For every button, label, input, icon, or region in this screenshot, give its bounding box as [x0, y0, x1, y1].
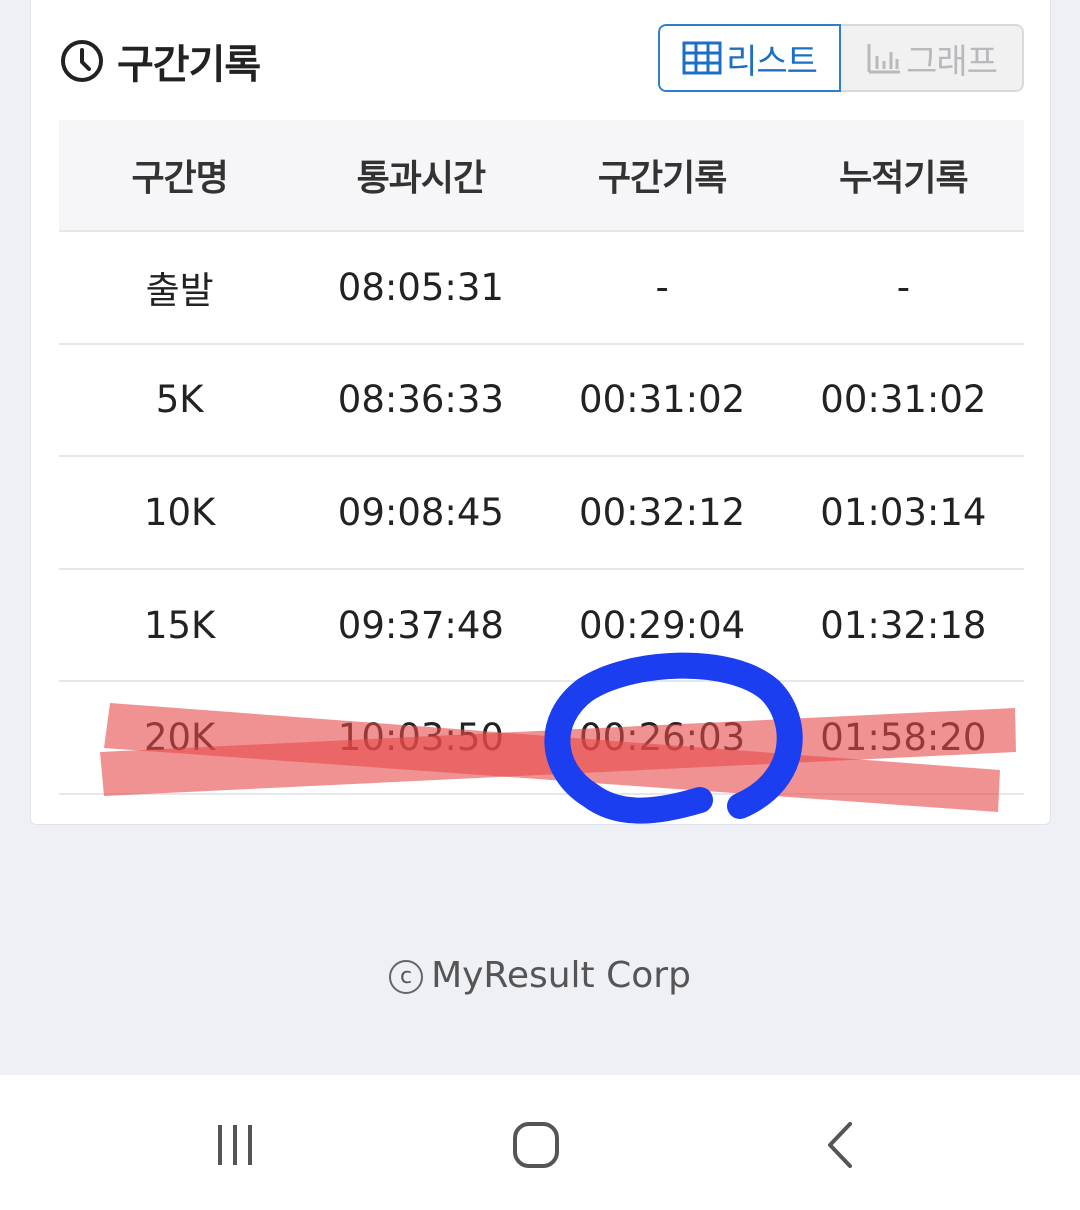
split-records-card: 구간기록 리스트 그래프 구간명 통과시간 구간기록 누적기록 출발 08:05… [30, 0, 1051, 825]
cell-cumulative-time: 00:31:02 [820, 378, 987, 422]
table-row: 15K 09:37:48 00:29:04 01:32:18 [59, 570, 1024, 683]
cell-split-time: 00:32:12 [579, 490, 746, 534]
screen: 구간기록 리스트 그래프 구간명 통과시간 구간기록 누적기록 출발 08:05… [0, 0, 1080, 1210]
cell-pass-time: 08:36:33 [337, 378, 504, 422]
back-button[interactable] [810, 1115, 870, 1175]
table-row: 10K 09:08:45 00:32:12 01:03:14 [59, 457, 1024, 570]
cell-cumulative-time: - [896, 265, 911, 309]
cell-split-name: 15K [143, 603, 216, 647]
copyright-icon: c [389, 960, 424, 994]
cell-split-time: 00:26:03 [579, 716, 746, 760]
cell-split-name: 출발 [145, 269, 214, 313]
cell-split-time: 00:31:02 [579, 378, 746, 422]
list-view-button[interactable]: 리스트 [658, 24, 841, 92]
section-title-group: 구간기록 [59, 32, 261, 90]
cell-pass-time: 08:05:31 [337, 265, 504, 309]
cell-split-name: 5K [155, 378, 204, 422]
table-row: 출발 08:05:31 - - [59, 232, 1024, 345]
clock-icon [61, 40, 103, 82]
recent-apps-button[interactable] [205, 1115, 265, 1175]
list-view-label: 리스트 [726, 41, 818, 82]
cell-pass-time: 09:08:45 [337, 490, 504, 534]
cell-pass-time: 09:37:48 [337, 603, 504, 647]
cell-cumulative-time: 01:03:14 [820, 490, 987, 534]
card-header: 구간기록 리스트 그래프 [59, 24, 1024, 94]
section-title: 구간기록 [117, 42, 261, 88]
system-navigation-bar [0, 1075, 1080, 1210]
cell-split-name: 10K [143, 490, 216, 534]
bar-chart-icon [867, 44, 901, 74]
table-row: 5K 08:36:33 00:31:02 00:31:02 [59, 345, 1024, 458]
recent-apps-icon [218, 1125, 252, 1165]
header-cumulative-time: 누적기록 [839, 158, 968, 199]
graph-view-label: 그래프 [906, 41, 998, 82]
table-row: 20K 10:03:50 00:26:03 01:58:20 [59, 682, 1024, 795]
cell-pass-time: 10:03:50 [337, 716, 504, 760]
header-split-time: 구간기록 [597, 158, 727, 199]
header-split-name: 구간명 [131, 158, 228, 199]
back-icon [828, 1122, 852, 1168]
cell-split-name: 20K [143, 716, 216, 760]
table-icon [682, 41, 722, 75]
view-toggle: 리스트 그래프 [658, 24, 1024, 92]
cell-cumulative-time: 01:32:18 [820, 603, 987, 647]
cell-split-time: - [655, 265, 669, 309]
graph-view-button[interactable]: 그래프 [841, 24, 1024, 92]
home-button[interactable] [506, 1115, 566, 1175]
footer: c MyResult Corp [0, 955, 1080, 996]
footer-company: MyResult Corp [431, 955, 691, 996]
table-header-row: 구간명 통과시간 구간기록 누적기록 [59, 120, 1024, 232]
split-table: 구간명 통과시간 구간기록 누적기록 출발 08:05:31 - - 5K 08… [59, 120, 1024, 795]
cell-cumulative-time: 01:58:20 [820, 716, 987, 760]
cell-split-time: 00:29:04 [579, 603, 746, 647]
home-icon [513, 1122, 559, 1168]
header-pass-time: 통과시간 [356, 158, 486, 199]
